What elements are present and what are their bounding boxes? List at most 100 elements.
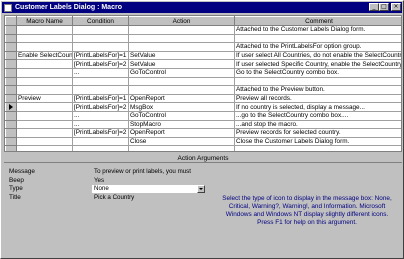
table-row[interactable] bbox=[5, 145, 401, 151]
macro-name-cell[interactable] bbox=[16, 25, 73, 35]
chevron-down-icon[interactable] bbox=[197, 185, 205, 193]
table-row[interactable] bbox=[5, 76, 401, 87]
macro-name-cell[interactable] bbox=[16, 102, 73, 112]
action-cell[interactable]: OpenReport bbox=[128, 93, 235, 104]
condition-cell[interactable]: [PrintLabelsFor]=2 bbox=[72, 102, 129, 112]
table-row[interactable] bbox=[5, 33, 401, 44]
macro-name-cell[interactable] bbox=[16, 33, 73, 44]
table-row[interactable]: ... GoToControl ...go to the SelectCountry… bbox=[5, 110, 401, 121]
comment-cell[interactable]: If user select All Countries, do not ena… bbox=[234, 50, 401, 61]
comment-cell[interactable] bbox=[234, 145, 401, 151]
row-selector[interactable] bbox=[5, 136, 17, 147]
macro-name-cell[interactable]: Preview bbox=[16, 93, 73, 104]
minimize-button[interactable]: _ bbox=[369, 3, 379, 11]
row-selector[interactable] bbox=[5, 85, 17, 95]
condition-cell[interactable] bbox=[72, 145, 129, 151]
beep-field[interactable]: Yes bbox=[92, 177, 205, 185]
macro-name-cell[interactable] bbox=[16, 136, 73, 147]
table-row[interactable]: Enable SelectCountr [PrintLabelsFor]=1 Set… bbox=[5, 50, 401, 61]
comment-cell[interactable]: Attached to the Customer Labels Dialog f… bbox=[234, 25, 401, 35]
condition-cell[interactable] bbox=[72, 33, 129, 44]
action-cell[interactable] bbox=[128, 76, 235, 87]
column-header-macro-name[interactable]: Macro Name bbox=[16, 16, 73, 26]
action-cell[interactable]: MsgBox bbox=[128, 102, 235, 112]
condition-cell[interactable]: [PrintLabelsFor]=1 bbox=[72, 50, 129, 61]
comment-cell[interactable]: ...go to the SelectCountry combo box.... bbox=[234, 110, 401, 121]
table-row[interactable]: ... GoToControl Go to the SelectCountry co… bbox=[5, 67, 401, 78]
action-cell[interactable] bbox=[128, 33, 235, 44]
action-cell[interactable] bbox=[128, 85, 235, 95]
macro-name-cell[interactable] bbox=[16, 145, 73, 151]
row-selector[interactable] bbox=[5, 42, 17, 52]
condition-cell[interactable] bbox=[72, 76, 129, 87]
condition-cell[interactable]: ... bbox=[72, 119, 129, 130]
table-row[interactable]: Attached to the PrintLabelsFor option gr… bbox=[5, 42, 401, 52]
condition-cell[interactable] bbox=[72, 85, 129, 95]
row-selector[interactable] bbox=[5, 67, 17, 78]
close-button[interactable]: × bbox=[391, 3, 401, 11]
row-selector[interactable] bbox=[5, 119, 17, 130]
macro-name-cell[interactable] bbox=[16, 128, 73, 138]
table-row[interactable]: [PrintLabelsFor]=2 OpenReport Preview reco… bbox=[5, 128, 401, 138]
column-header-comment[interactable]: Comment bbox=[234, 16, 401, 26]
condition-cell[interactable] bbox=[72, 42, 129, 52]
condition-cell[interactable]: ... bbox=[72, 67, 129, 78]
row-selector[interactable] bbox=[5, 59, 17, 69]
comment-cell[interactable]: Preview all records. bbox=[234, 93, 401, 104]
action-cell[interactable]: SetValue bbox=[128, 59, 235, 69]
action-cell[interactable]: SetValue bbox=[128, 50, 235, 61]
row-selector[interactable] bbox=[5, 128, 17, 138]
condition-cell[interactable] bbox=[72, 136, 129, 147]
comment-cell[interactable]: Go to the SelectCountry combo box. bbox=[234, 67, 401, 78]
maximize-button[interactable]: □ bbox=[379, 3, 389, 11]
macro-name-cell[interactable] bbox=[16, 76, 73, 87]
comment-cell[interactable]: Close the Customer Labels Dialog form. bbox=[234, 136, 401, 147]
row-selector[interactable] bbox=[5, 145, 17, 151]
table-row[interactable]: Close Close the Customer Labels Dialog fo… bbox=[5, 136, 401, 147]
type-select[interactable]: None bbox=[92, 185, 205, 193]
action-cell[interactable]: GoToControl bbox=[128, 67, 235, 78]
macro-name-cell[interactable] bbox=[16, 67, 73, 78]
action-cell[interactable] bbox=[128, 25, 235, 35]
column-header-condition[interactable]: Condition bbox=[72, 16, 129, 26]
title-field[interactable]: Pick a Country bbox=[92, 194, 205, 202]
comment-cell[interactable]: Preview records for selected country. bbox=[234, 128, 401, 138]
macro-name-cell[interactable] bbox=[16, 119, 73, 130]
action-cell[interactable]: Close bbox=[128, 136, 235, 147]
table-row[interactable]: [PrintLabelsFor]=2 MsgBox If no country is… bbox=[5, 102, 401, 112]
macro-name-cell[interactable] bbox=[16, 110, 73, 121]
table-row[interactable]: [PrintLabelsFor]=2 SetValue If user select… bbox=[5, 59, 401, 69]
message-field[interactable]: To preview or print labels, you must bbox=[92, 168, 205, 176]
table-row[interactable]: ... StopMacro ...and stop the macro. bbox=[5, 119, 401, 130]
macro-name-cell[interactable] bbox=[16, 59, 73, 69]
action-cell[interactable] bbox=[128, 42, 235, 52]
condition-cell[interactable] bbox=[72, 25, 129, 35]
row-selector[interactable] bbox=[5, 33, 17, 44]
table-row[interactable]: Preview [PrintLabelsFor]=1 OpenReport Previ… bbox=[5, 93, 401, 104]
condition-cell[interactable]: [PrintLabelsFor]=2 bbox=[72, 128, 129, 138]
action-cell[interactable]: StopMacro bbox=[128, 119, 235, 130]
comment-cell[interactable] bbox=[234, 33, 401, 44]
comment-cell[interactable]: Attached to the Preview button. bbox=[234, 85, 401, 95]
row-selector[interactable] bbox=[5, 76, 17, 87]
row-selector[interactable] bbox=[5, 110, 17, 121]
table-row[interactable]: Attached to the Preview button. bbox=[5, 85, 401, 95]
column-header-action[interactable]: Action bbox=[128, 16, 235, 26]
condition-cell[interactable]: [PrintLabelsFor]=1 bbox=[72, 93, 129, 104]
row-selector[interactable] bbox=[5, 25, 17, 35]
title-bar[interactable]: Customer Labels Dialog : Macro _ □ × bbox=[2, 2, 402, 13]
comment-cell[interactable]: ...and stop the macro. bbox=[234, 119, 401, 130]
comment-cell[interactable]: If no country is selected, display a mes… bbox=[234, 102, 401, 112]
row-selector[interactable] bbox=[5, 102, 17, 112]
action-cell[interactable]: OpenReport bbox=[128, 128, 235, 138]
comment-cell[interactable]: Attached to the PrintLabelsFor option gr… bbox=[234, 42, 401, 52]
macro-name-cell[interactable] bbox=[16, 85, 73, 95]
comment-cell[interactable]: If user selected Specific Country, enabl… bbox=[234, 59, 401, 69]
macro-name-cell[interactable] bbox=[16, 42, 73, 52]
condition-cell[interactable]: [PrintLabelsFor]=2 bbox=[72, 59, 129, 69]
row-selector[interactable] bbox=[5, 93, 17, 104]
table-row[interactable]: Attached to the Customer Labels Dialog f… bbox=[5, 25, 401, 35]
macro-name-cell[interactable]: Enable SelectCountr bbox=[16, 50, 73, 61]
comment-cell[interactable] bbox=[234, 76, 401, 87]
action-cell[interactable] bbox=[128, 145, 235, 151]
